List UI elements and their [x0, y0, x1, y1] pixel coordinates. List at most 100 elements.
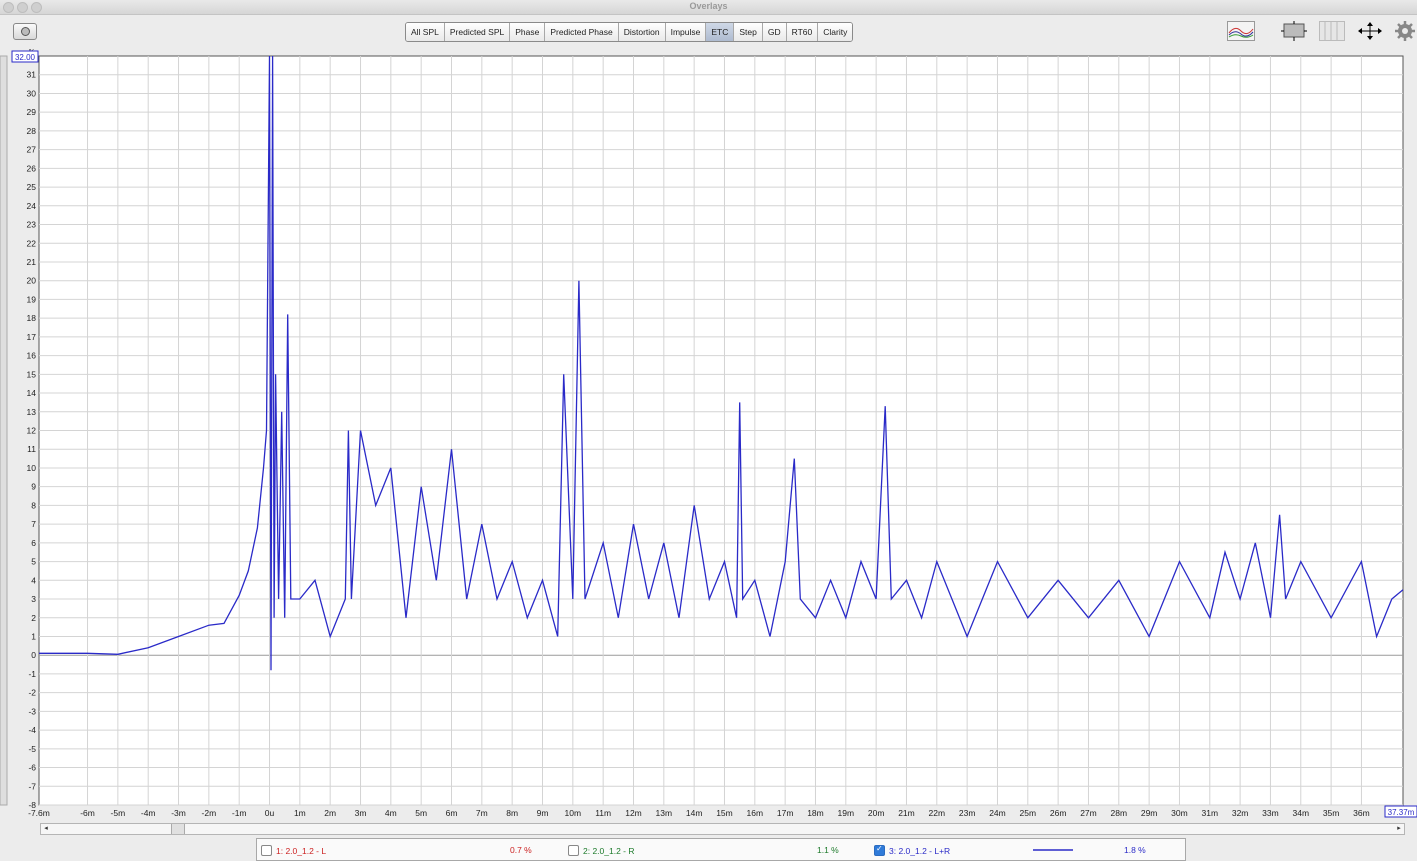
x-tick-label: -4m	[141, 808, 156, 818]
x-tick-label: 11m	[595, 808, 611, 818]
y-tick-label: 6	[31, 538, 36, 548]
legend-label-3: 3: 2.0_1.2 - L+R	[889, 845, 951, 856]
y-tick-label: 24	[27, 201, 37, 211]
x-tick-label: -7.6m	[28, 808, 50, 818]
x-tick-label: 12m	[625, 808, 642, 818]
y-tick-label: 13	[27, 407, 37, 417]
etc-chart[interactable]: 31 30 29 28 27 26 25 24 23 22 21 20 19 18 17 16 15 14 13 12…	[0, 47, 1417, 837]
tab-etc[interactable]: ETC	[706, 23, 735, 41]
y-tick-label: 8	[31, 500, 36, 510]
tab-predicted-phase[interactable]: Predicted Phase	[545, 23, 619, 41]
x-tick-label: 22m	[929, 808, 946, 818]
y-tick-label: 25	[27, 182, 37, 192]
x-tick-label: 13m	[656, 808, 673, 818]
y-tick-label: 12	[27, 426, 37, 436]
legend-checkbox-3[interactable]	[874, 844, 885, 856]
y-tick-label: 23	[27, 220, 37, 230]
tab-rt60[interactable]: RT60	[786, 23, 819, 41]
graph-type-tabs: All SPL Predicted SPL Phase Predicted Phase…	[405, 22, 854, 42]
tab-predicted-spl[interactable]: Predicted SPL	[444, 23, 511, 41]
grid-toggle-icon[interactable]	[1319, 21, 1345, 41]
y-top-readout: 32.00	[15, 53, 36, 62]
y-tick-label: -3	[28, 706, 36, 716]
x-tick-label: -5m	[111, 808, 126, 818]
x-tick-label: 10m	[565, 808, 582, 818]
y-tick-label: 27	[27, 145, 37, 155]
y-tick-label: 18	[27, 313, 37, 323]
legend-value-1: 0.7 %	[510, 845, 532, 855]
y-tick-label: 16	[27, 351, 37, 361]
legend-label-2: 2: 2.0_1.2 - R	[583, 845, 635, 856]
y-tick-label: 0	[31, 650, 36, 660]
x-tick-label: 2m	[324, 808, 336, 818]
x-tick-label: -6m	[80, 808, 95, 818]
x-tick-label: 5m	[415, 808, 427, 818]
x-tick-label: 19m	[838, 808, 855, 818]
fit-view-icon[interactable]	[1281, 21, 1307, 41]
x-tick-label: 27m	[1080, 808, 1097, 818]
y-scrollbar[interactable]	[0, 55, 8, 806]
window-title: Overlays	[689, 1, 728, 11]
y-tick-label: 21	[27, 257, 37, 267]
scroll-right-icon[interactable]: ▸	[1394, 824, 1404, 834]
y-tick-label: 19	[27, 294, 37, 304]
x-tick-label: 17m	[777, 808, 794, 818]
x-tick-label: -2m	[202, 808, 217, 818]
y-tick-label: -5	[28, 744, 36, 754]
x-tick-label: 28m	[1111, 808, 1128, 818]
traces-icon[interactable]	[1227, 21, 1255, 41]
tab-phase[interactable]: Phase	[510, 23, 546, 41]
tab-step[interactable]: Step	[734, 23, 763, 41]
zoom-arrows-icon[interactable]	[1357, 21, 1383, 41]
x-tick-label: 35m	[1323, 808, 1340, 818]
legend-label-1: 1: 2.0_1.2 - L	[276, 845, 327, 856]
camera-icon[interactable]	[13, 23, 37, 40]
window-titlebar: Overlays	[0, 0, 1417, 15]
x-tick-label: 31m	[1202, 808, 1219, 818]
x-tick-label: 23m	[959, 808, 976, 818]
legend: 1: 2.0_1.2 - L 0.7 % 2: 2.0_1.2 - R 1.1 …	[256, 838, 1186, 861]
etc-chart-svg[interactable]: 3130292827262524232221201918171615141312…	[0, 47, 1417, 837]
legend-line-swatch-3	[1033, 849, 1073, 851]
tab-gd[interactable]: GD	[762, 23, 787, 41]
x-tick-label: 34m	[1293, 808, 1310, 818]
toolbar: All SPL Predicted SPL Phase Predicted Phase…	[0, 15, 1417, 47]
x-tick-label: -1m	[232, 808, 247, 818]
y-tick-label: 5	[31, 557, 36, 567]
y-tick-label: 20	[27, 276, 37, 286]
tab-distortion[interactable]: Distortion	[618, 23, 666, 41]
scroll-left-icon[interactable]: ◂	[41, 824, 51, 834]
legend-value-2: 1.1 %	[817, 845, 839, 855]
tab-all-spl[interactable]: All SPL	[406, 23, 445, 41]
legend-item-1[interactable]: 1: 2.0_1.2 - L	[261, 845, 326, 856]
legend-checkbox-2[interactable]	[568, 845, 579, 856]
y-tick-label: 17	[27, 332, 37, 342]
scroll-thumb[interactable]	[171, 824, 185, 834]
x-tick-label: 7m	[476, 808, 488, 818]
y-tick-label: -7	[28, 781, 36, 791]
x-tick-label: 26m	[1050, 808, 1067, 818]
x-tick-label: 14m	[686, 808, 703, 818]
y-tick-label: 30	[27, 88, 37, 98]
legend-item-2[interactable]: 2: 2.0_1.2 - R	[568, 845, 635, 856]
legend-checkbox-1[interactable]	[261, 845, 272, 856]
tab-clarity[interactable]: Clarity	[818, 23, 853, 41]
y-tick-label: 9	[31, 482, 36, 492]
gear-icon[interactable]	[1395, 21, 1415, 41]
y-tick-label: 29	[27, 107, 37, 117]
x-tick-label: 1m	[294, 808, 306, 818]
y-tick-label: 28	[27, 126, 37, 136]
y-tick-label: 14	[27, 388, 37, 398]
x-tick-label: 25m	[1020, 808, 1037, 818]
x-tick-label: 3m	[355, 808, 367, 818]
y-tick-label: -6	[28, 763, 36, 773]
x-tick-label: 16m	[747, 808, 764, 818]
horizontal-scrollbar[interactable]: ◂ ▸	[40, 823, 1405, 835]
y-tick-label: 1	[31, 631, 36, 641]
tab-impulse[interactable]: Impulse	[665, 23, 707, 41]
y-tick-label: 3	[31, 594, 36, 604]
x-tick-label: 4m	[385, 808, 397, 818]
x-tick-label: 0u	[265, 808, 275, 818]
x-tick-label: 33m	[1262, 808, 1279, 818]
legend-item-3[interactable]: 3: 2.0_1.2 - L+R	[874, 844, 951, 856]
